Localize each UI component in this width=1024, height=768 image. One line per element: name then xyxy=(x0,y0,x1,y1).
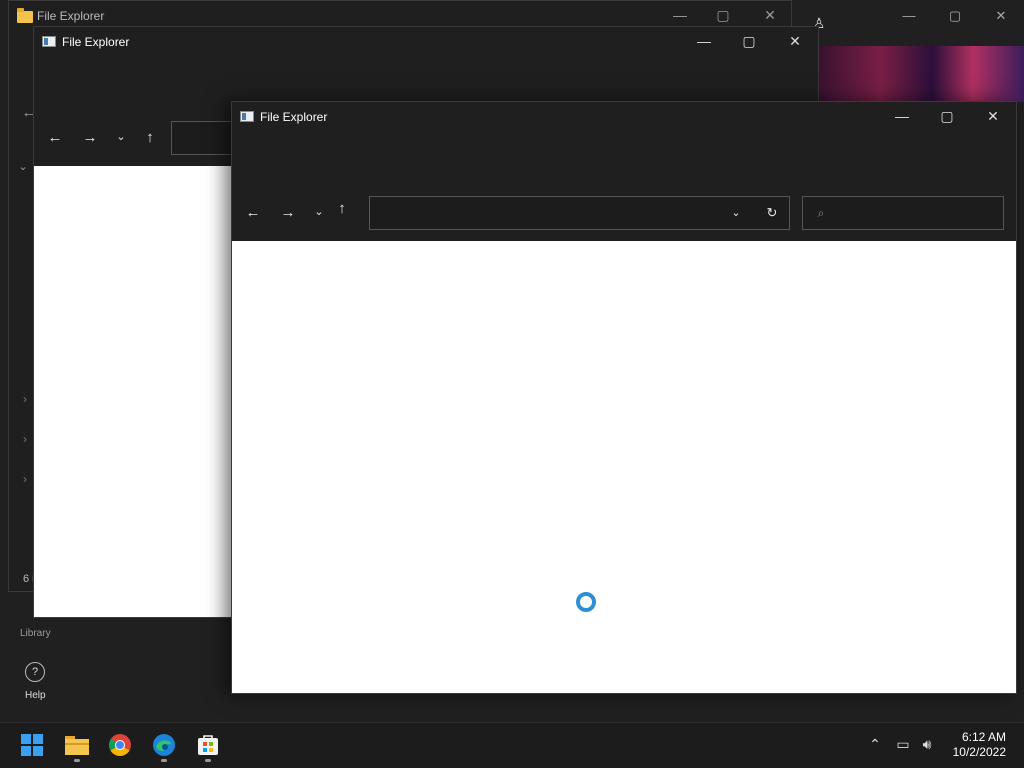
up-arrow-icon[interactable]: ↑ xyxy=(332,199,352,219)
close-button[interactable]: ✕ xyxy=(982,106,1004,126)
minimize-button[interactable]: — xyxy=(669,5,691,25)
file-explorer-taskbar-icon[interactable] xyxy=(64,733,90,759)
network-icon[interactable]: ▭ xyxy=(894,736,912,753)
app-icon xyxy=(240,111,254,122)
chevron-right-icon[interactable]: › xyxy=(15,469,35,489)
running-indicator xyxy=(74,759,80,762)
library-label[interactable]: Library xyxy=(20,628,51,639)
maximize-button[interactable]: ▢ xyxy=(936,106,958,126)
volume-icon[interactable]: 🔊︎ xyxy=(918,736,936,753)
loading-spinner-icon xyxy=(576,592,596,612)
forward-arrow-icon[interactable]: → xyxy=(80,128,100,148)
clock-date: 10/2/2022 xyxy=(952,745,1006,759)
close-button[interactable]: ✕ xyxy=(759,5,781,25)
search-icon: ⌕ xyxy=(817,206,825,220)
chrome-icon[interactable] xyxy=(108,733,134,759)
running-indicator xyxy=(161,759,167,762)
show-hidden-icons-chevron-icon[interactable]: ⌃ xyxy=(866,736,884,753)
file-explorer-window-front[interactable]: File Explorer — ▢ ✕ ← → ⌄ ↑ ⌄ ↻ ⌕ xyxy=(231,101,1017,694)
running-indicator xyxy=(205,759,211,762)
chevron-right-icon[interactable]: › xyxy=(15,389,35,409)
address-bar[interactable]: ⌄ ↻ xyxy=(369,196,790,230)
recent-locations-chevron-icon[interactable]: ⌄ xyxy=(309,202,329,222)
window-title: File Explorer xyxy=(260,110,328,124)
bg-restore-button[interactable]: ▢ xyxy=(942,6,968,26)
clock-time: 6:12 AM xyxy=(961,730,1006,744)
windows-start-icon[interactable] xyxy=(20,733,46,759)
forward-arrow-icon[interactable]: → xyxy=(278,203,298,223)
back-arrow-icon[interactable]: ← xyxy=(45,128,65,148)
address-dropdown-chevron-icon[interactable]: ⌄ xyxy=(726,203,746,223)
folder-icon xyxy=(17,8,33,23)
background-banner-image xyxy=(820,46,1024,102)
chevron-right-icon[interactable]: › xyxy=(15,429,35,449)
maximize-button[interactable]: ▢ xyxy=(738,31,760,51)
minimize-button[interactable]: — xyxy=(891,106,913,126)
bg-close-button[interactable]: ✕ xyxy=(988,6,1014,26)
recent-locations-chevron-icon[interactable]: ⌄ xyxy=(111,127,131,147)
window-title: File Explorer xyxy=(37,9,105,23)
chevron-down-icon[interactable]: ⌄ xyxy=(13,157,33,177)
taskbar: ⌃ ▭ 🔊︎ 6:12 AM 10/2/2022 xyxy=(0,722,1024,768)
maximize-button[interactable]: ▢ xyxy=(712,5,734,25)
clock[interactable]: 6:12 AM 10/2/2022 xyxy=(953,730,1006,760)
up-arrow-icon[interactable]: ↑ xyxy=(140,128,160,148)
back-arrow-icon[interactable]: ← xyxy=(243,203,263,223)
refresh-icon[interactable]: ↻ xyxy=(762,203,782,223)
app-icon xyxy=(42,36,56,47)
search-box[interactable]: ⌕ xyxy=(802,196,1004,230)
bg-minimize-button[interactable]: — xyxy=(896,6,922,26)
content-pane xyxy=(34,166,234,617)
close-button[interactable]: ✕ xyxy=(784,31,806,51)
content-pane xyxy=(232,241,1016,693)
help-icon[interactable]: ? xyxy=(25,662,45,682)
microsoft-store-icon[interactable] xyxy=(196,733,222,759)
edge-icon[interactable] xyxy=(152,733,178,759)
minimize-button[interactable]: — xyxy=(693,31,715,51)
help-label[interactable]: Help xyxy=(25,690,46,701)
window-title: File Explorer xyxy=(62,35,130,49)
